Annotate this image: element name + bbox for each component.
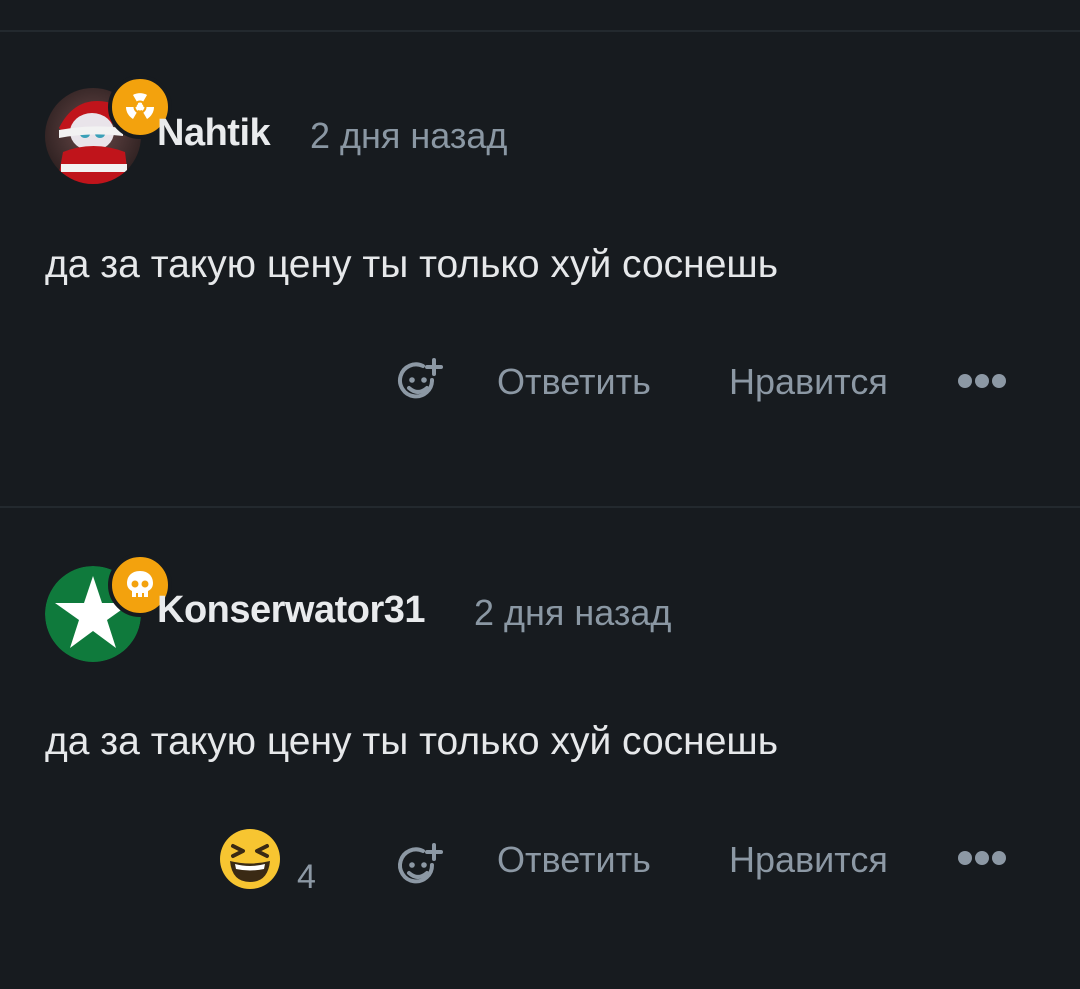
timestamp: 2 дня назад: [474, 592, 672, 633]
divider: [0, 506, 1080, 508]
more-dots-icon[interactable]: [957, 371, 1007, 391]
avatar[interactable]: [45, 553, 172, 662]
username[interactable]: Konserwator31: [157, 589, 426, 632]
username[interactable]: Nahtik: [157, 112, 271, 155]
avatar[interactable]: [45, 75, 172, 184]
divider: [0, 30, 1080, 32]
comments-screen: Nahtik 2 дня назад да за такую цену ты т…: [0, 0, 1080, 989]
radiation-icon: [126, 93, 154, 119]
reaction-count: 4: [297, 858, 316, 896]
like-button[interactable]: Нравится: [729, 839, 888, 881]
like-button[interactable]: Нравится: [729, 361, 888, 403]
skull-icon: [127, 571, 153, 597]
laughing-emoji-icon[interactable]: [219, 828, 281, 890]
reply-button[interactable]: Ответить: [497, 361, 651, 403]
more-dots-icon[interactable]: [957, 848, 1007, 868]
timestamp: 2 дня назад: [310, 115, 508, 156]
add-reaction-icon[interactable]: [395, 843, 445, 893]
reply-button[interactable]: Ответить: [497, 839, 651, 881]
comment-text: да за такую цену ты только хуй соснешь: [45, 720, 779, 763]
add-reaction-icon[interactable]: [395, 358, 445, 408]
comment-text: да за такую цену ты только хуй соснешь: [45, 243, 779, 286]
